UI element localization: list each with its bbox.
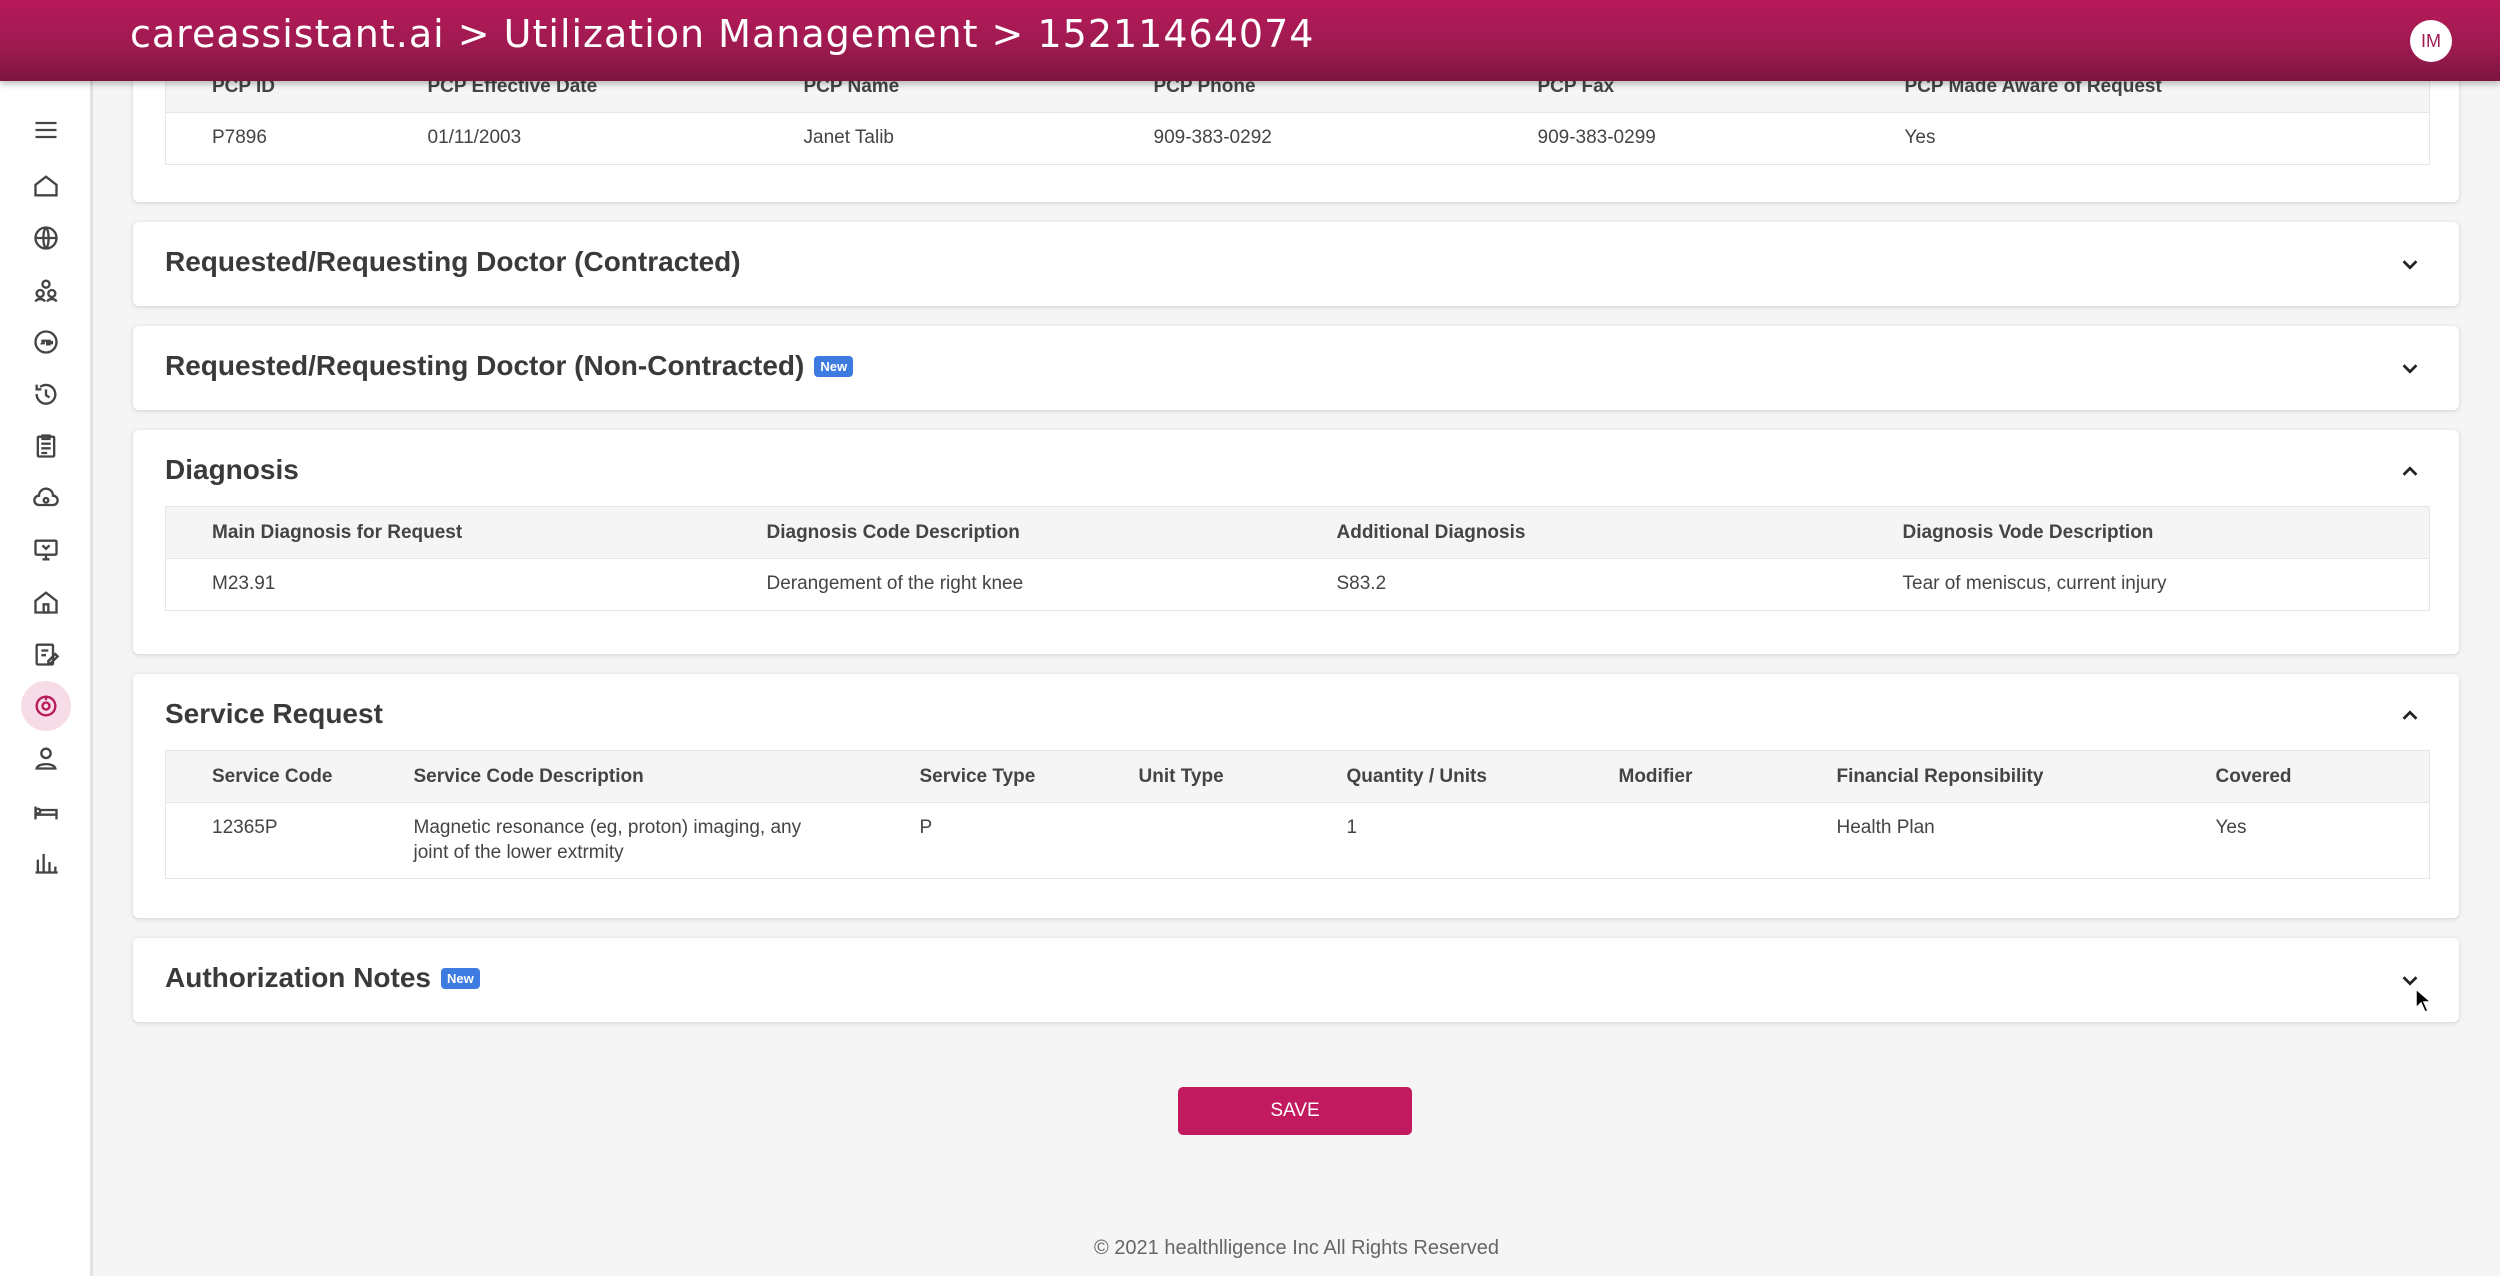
column-header: Service Code [165, 750, 368, 803]
non-contracted-doctor-section[interactable]: Requested/Requesting Doctor (Non-Contrac… [133, 326, 2459, 410]
bed-icon[interactable] [29, 793, 63, 827]
additional-diagnosis-description: Tear of meniscus, current injury [1856, 558, 2430, 611]
column-header: Unit Type [1092, 750, 1301, 803]
section-title-row: Authorization Notes New [165, 962, 480, 994]
diagnosis-table: Main Diagnosis for Request Diagnosis Cod… [165, 506, 2430, 611]
clipboard-icon[interactable] [29, 429, 63, 463]
user-icon[interactable] [29, 741, 63, 775]
house-shield-icon[interactable] [29, 585, 63, 619]
main-diagnosis: M23.91 [165, 558, 721, 611]
financial-responsibility: Health Plan [1790, 802, 2170, 879]
service-type: P [873, 802, 1093, 879]
column-header: Service Code Description [367, 750, 874, 803]
pcp-effective-date: 01/11/2003 [381, 112, 758, 165]
360-icon[interactable] [29, 325, 63, 359]
pcp-fax: 909-383-0299 [1491, 112, 1859, 165]
pcp-phone: 909-383-0292 [1107, 112, 1492, 165]
service-table: Service Code Service Code Description Se… [165, 750, 2430, 879]
section-title: Diagnosis [165, 454, 299, 485]
breadcrumb-title: careassistant.ai > Utilization Managemen… [130, 12, 1315, 56]
service-request-section: Service Request Service Code Service Cod… [133, 674, 2459, 918]
service-code: 12365P [165, 802, 368, 879]
column-header: Diagnosis Code Description [720, 506, 1291, 559]
home-icon[interactable] [29, 169, 63, 203]
chevron-up-icon[interactable] [2399, 705, 2421, 727]
table-header-row: Main Diagnosis for Request Diagnosis Cod… [165, 506, 2430, 559]
column-header: Financial Reponsibility [1790, 750, 2170, 803]
mouse-cursor-icon [2415, 988, 2433, 1013]
new-badge: New [814, 355, 854, 377]
column-header: Service Type [873, 750, 1093, 803]
bar-chart-icon[interactable] [29, 845, 63, 879]
pcp-name: Janet Talib [757, 112, 1108, 165]
column-header: Diagnosis Vode Description [1856, 506, 2430, 559]
utilization-icon[interactable] [21, 681, 71, 731]
edit-notes-icon[interactable] [29, 637, 63, 671]
section-title: Requested/Requesting Doctor (Non-Contrac… [165, 350, 805, 381]
main-content: PCP ID PCP Effective Date PCP Name PCP P… [93, 0, 2500, 1276]
section-title: Requested/Requesting Doctor (Contracted) [165, 246, 741, 277]
service-code-description: Magnetic resonance (eg, proton) imaging,… [367, 802, 874, 879]
authorization-notes-section[interactable]: Authorization Notes New [133, 938, 2459, 1022]
avatar[interactable]: IM [2410, 20, 2452, 62]
menu-icon[interactable] [29, 113, 63, 147]
app-header: careassistant.ai > Utilization Managemen… [0, 0, 2500, 81]
diagnosis-description: Derangement of the right knee [720, 558, 1291, 611]
chevron-up-icon[interactable] [2399, 461, 2421, 483]
monitor-icon[interactable] [29, 533, 63, 567]
modifier [1572, 802, 1791, 879]
column-header: Additional Diagnosis [1290, 506, 1857, 559]
column-header: Quantity / Units [1300, 750, 1573, 803]
table-row: M23.91 Derangement of the right knee S83… [165, 558, 2430, 611]
cloud-camera-icon[interactable] [29, 481, 63, 515]
table-row: P7896 01/11/2003 Janet Talib 909-383-029… [165, 112, 2430, 165]
pcp-made-aware: Yes [1858, 112, 2430, 165]
diagnosis-section: Diagnosis Main Diagnosis for Request Dia… [133, 430, 2459, 654]
quantity-units: 1 [1300, 802, 1573, 879]
table-row: 12365P Magnetic resonance (eg, proton) i… [165, 802, 2430, 879]
members-icon[interactable] [29, 273, 63, 307]
additional-diagnosis: S83.2 [1290, 558, 1857, 611]
save-button[interactable]: SAVE [1178, 1087, 1412, 1135]
new-badge: New [441, 967, 480, 989]
chevron-down-icon[interactable] [2399, 253, 2421, 275]
column-header: Main Diagnosis for Request [165, 506, 721, 559]
unit-type [1092, 802, 1301, 879]
table-header-row: Service Code Service Code Description Se… [165, 750, 2430, 803]
section-title-row: Requested/Requesting Doctor (Non-Contrac… [165, 350, 854, 382]
history-icon[interactable] [29, 377, 63, 411]
chevron-down-icon[interactable] [2399, 357, 2421, 379]
section-title: Authorization Notes [165, 962, 431, 993]
covered: Yes [2169, 802, 2430, 879]
column-header: Modifier [1572, 750, 1791, 803]
pcp-id: P7896 [165, 112, 382, 165]
footer-copyright: © 2021 healthlligence Inc All Rights Res… [1094, 1237, 1499, 1259]
sidebar [0, 81, 93, 1276]
section-title: Service Request [165, 698, 383, 729]
globe-icon[interactable] [29, 221, 63, 255]
contracted-doctor-section[interactable]: Requested/Requesting Doctor (Contracted) [133, 222, 2459, 306]
column-header: Covered [2169, 750, 2430, 803]
